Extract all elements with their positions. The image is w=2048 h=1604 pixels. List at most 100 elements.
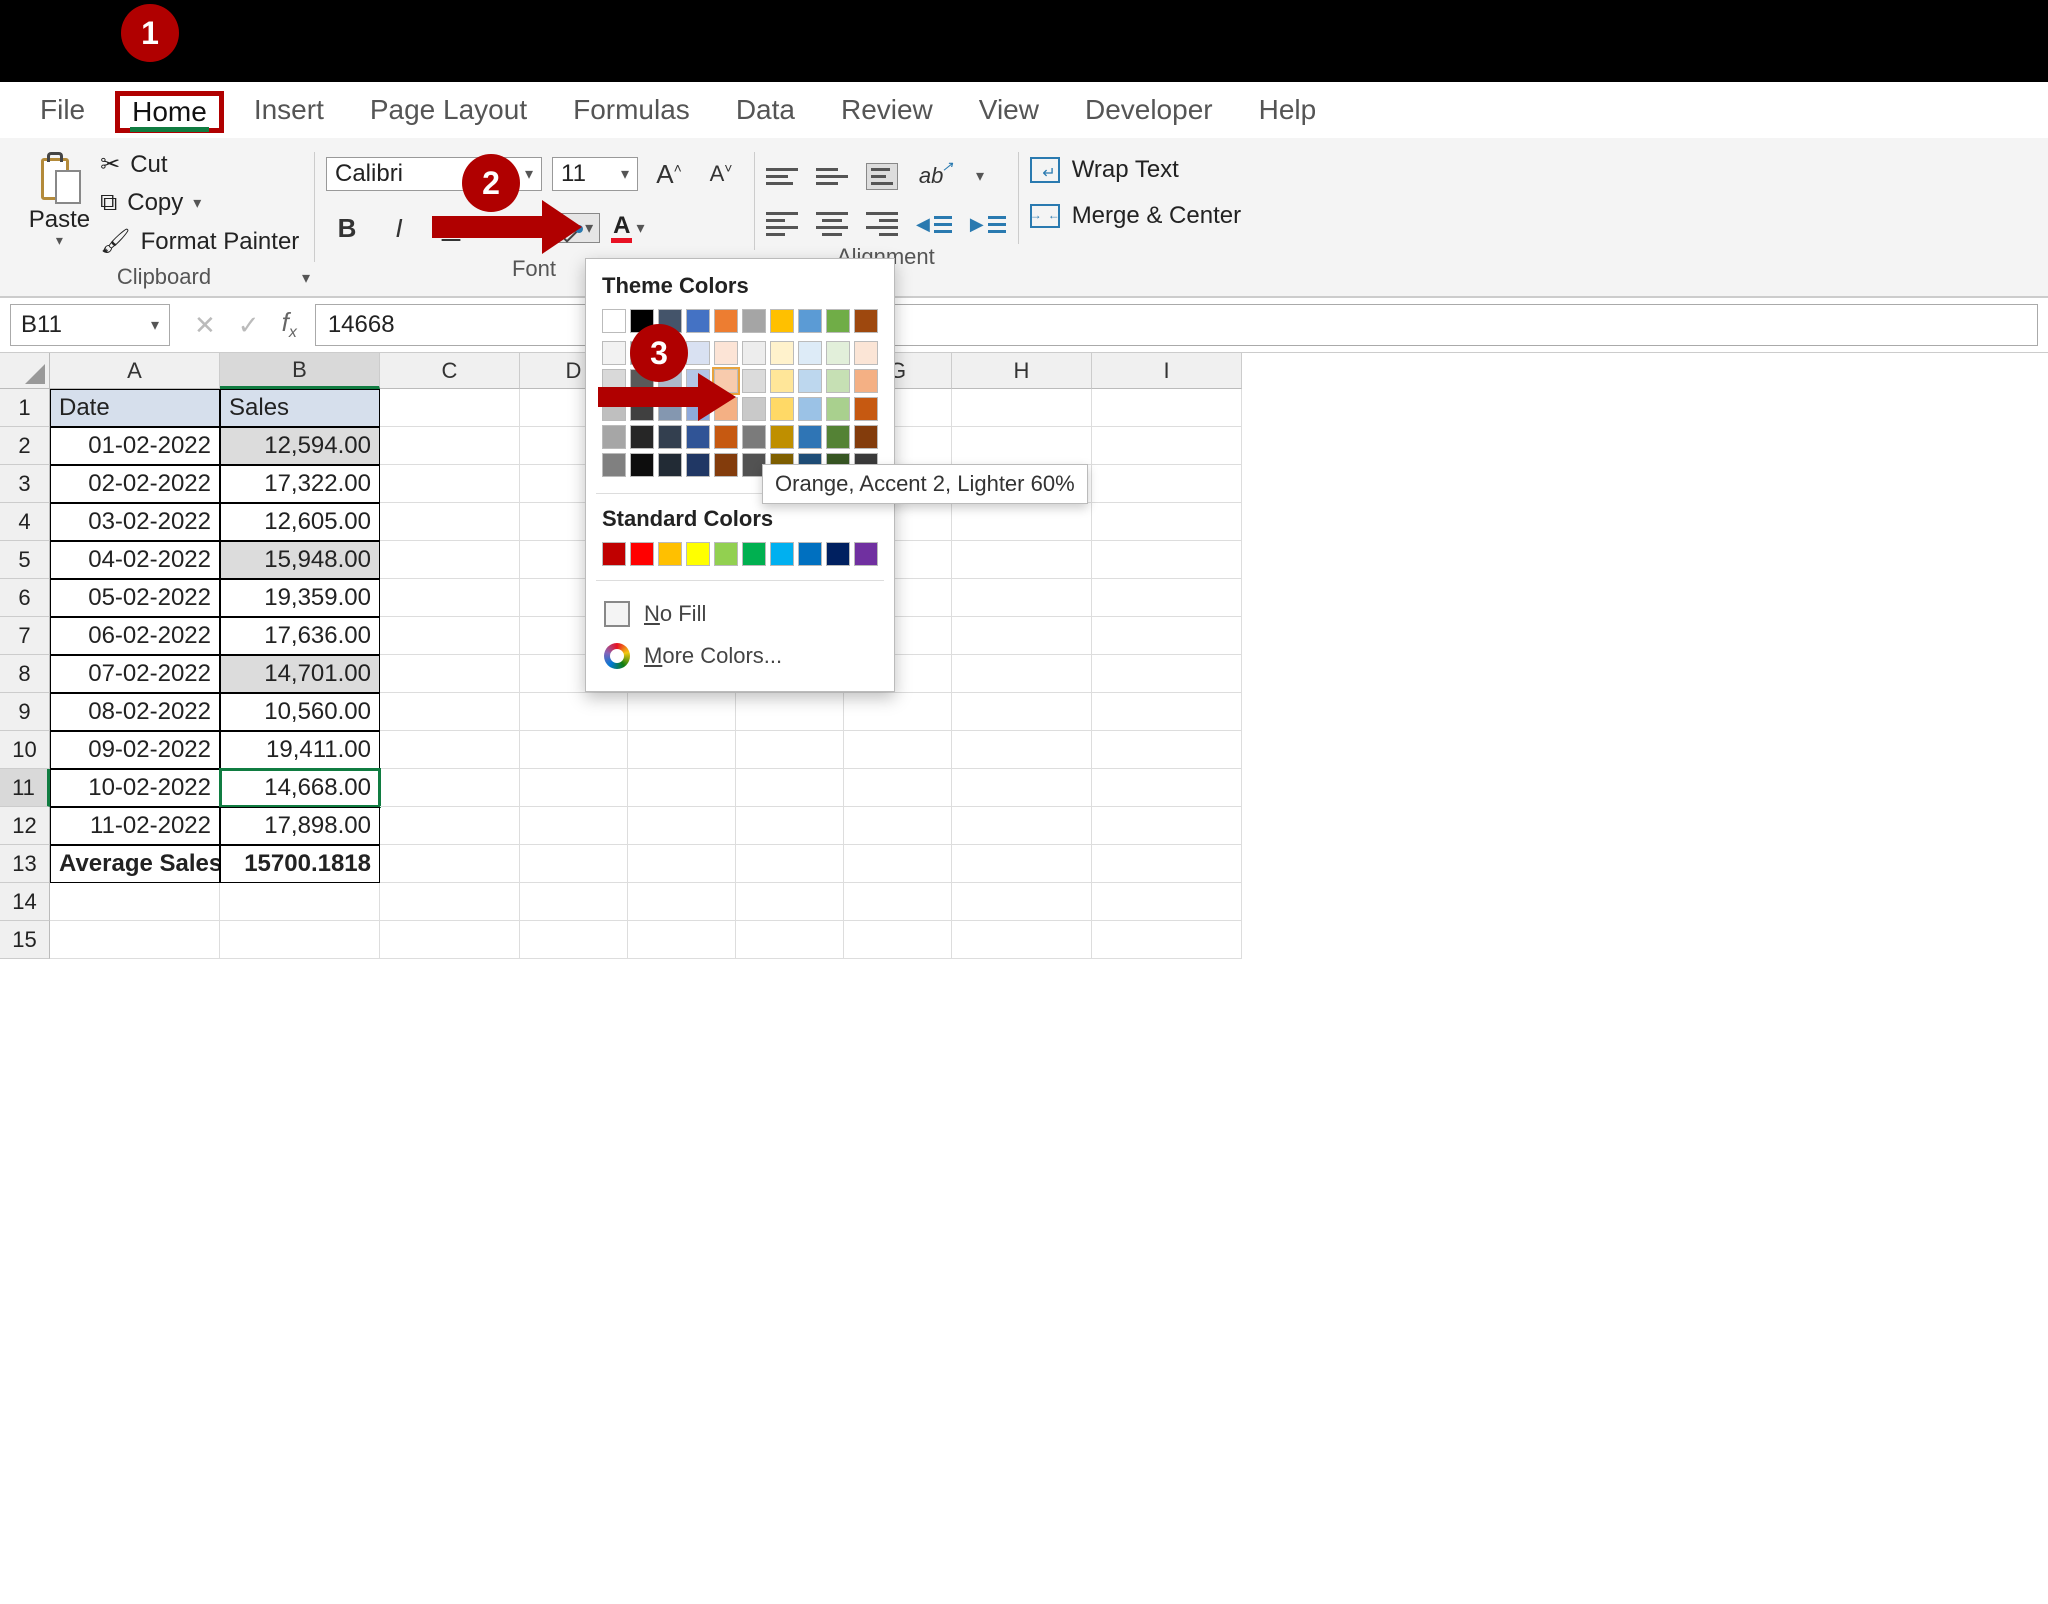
color-swatch[interactable] <box>826 309 850 333</box>
color-swatch[interactable] <box>714 453 738 477</box>
cell-C8[interactable] <box>380 655 520 693</box>
cell-H10[interactable] <box>952 731 1092 769</box>
cell-D13[interactable] <box>520 845 628 883</box>
cell-B14[interactable] <box>220 883 380 921</box>
color-swatch[interactable] <box>798 542 822 566</box>
color-swatch[interactable] <box>798 425 822 449</box>
row-header-5[interactable]: 5 <box>0 541 50 579</box>
cell-E13[interactable] <box>628 845 736 883</box>
color-swatch[interactable] <box>826 542 850 566</box>
cell-I8[interactable] <box>1092 655 1242 693</box>
color-swatch[interactable] <box>658 425 682 449</box>
cell-G10[interactable] <box>844 731 952 769</box>
cell-B11[interactable]: 14,668.00 <box>220 769 380 807</box>
cell-I14[interactable] <box>1092 883 1242 921</box>
cell-A14[interactable] <box>50 883 220 921</box>
cell-F12[interactable] <box>736 807 844 845</box>
row-header-1[interactable]: 1 <box>0 389 50 427</box>
tab-data[interactable]: Data <box>720 88 811 136</box>
row-header-13[interactable]: 13 <box>0 845 50 883</box>
tab-insert[interactable]: Insert <box>238 88 340 136</box>
cell-H11[interactable] <box>952 769 1092 807</box>
color-swatch[interactable] <box>742 369 766 393</box>
color-swatch[interactable] <box>770 309 794 333</box>
align-bottom-button[interactable] <box>866 163 898 190</box>
cell-G12[interactable] <box>844 807 952 845</box>
cell-B12[interactable]: 17,898.00 <box>220 807 380 845</box>
tab-help[interactable]: Help <box>1243 88 1333 136</box>
cell-H7[interactable] <box>952 617 1092 655</box>
cell-C10[interactable] <box>380 731 520 769</box>
column-header-B[interactable]: B <box>220 353 380 389</box>
color-swatch[interactable] <box>770 369 794 393</box>
column-header-A[interactable]: A <box>50 353 220 389</box>
tab-developer[interactable]: Developer <box>1069 88 1229 136</box>
orientation-dropdown[interactable]: ▾ <box>976 166 984 186</box>
tab-home[interactable]: Home <box>120 93 219 134</box>
cell-E11[interactable] <box>628 769 736 807</box>
cell-H5[interactable] <box>952 541 1092 579</box>
cell-A7[interactable]: 06-02-2022 <box>50 617 220 655</box>
cell-G13[interactable] <box>844 845 952 883</box>
cell-H12[interactable] <box>952 807 1092 845</box>
color-swatch[interactable] <box>714 542 738 566</box>
align-middle-button[interactable] <box>816 168 848 185</box>
cell-H2[interactable] <box>952 427 1092 465</box>
align-top-button[interactable] <box>766 168 798 185</box>
color-swatch[interactable] <box>854 425 878 449</box>
cell-G11[interactable] <box>844 769 952 807</box>
cell-H4[interactable] <box>952 503 1092 541</box>
color-swatch[interactable] <box>602 341 626 365</box>
cell-C9[interactable] <box>380 693 520 731</box>
row-header-11[interactable]: 11 <box>0 769 50 807</box>
color-swatch[interactable] <box>686 341 710 365</box>
cell-C14[interactable] <box>380 883 520 921</box>
color-swatch[interactable] <box>742 397 766 421</box>
cell-C3[interactable] <box>380 465 520 503</box>
insert-function-button[interactable]: fx <box>282 307 297 342</box>
cell-D12[interactable] <box>520 807 628 845</box>
row-header-6[interactable]: 6 <box>0 579 50 617</box>
cell-C7[interactable] <box>380 617 520 655</box>
cell-A11[interactable]: 10-02-2022 <box>50 769 220 807</box>
cell-H15[interactable] <box>952 921 1092 959</box>
cell-H6[interactable] <box>952 579 1092 617</box>
cell-I11[interactable] <box>1092 769 1242 807</box>
formula-input[interactable]: 14668 <box>315 304 2038 346</box>
cell-A3[interactable]: 02-02-2022 <box>50 465 220 503</box>
wrap-text-button[interactable]: Wrap Text <box>1030 156 1241 184</box>
color-swatch[interactable] <box>826 369 850 393</box>
cell-G14[interactable] <box>844 883 952 921</box>
cell-E10[interactable] <box>628 731 736 769</box>
cell-B3[interactable]: 17,322.00 <box>220 465 380 503</box>
cell-A10[interactable]: 09-02-2022 <box>50 731 220 769</box>
color-swatch[interactable] <box>742 341 766 365</box>
cell-D11[interactable] <box>520 769 628 807</box>
cell-H9[interactable] <box>952 693 1092 731</box>
bold-button[interactable]: B <box>326 208 368 248</box>
row-header-9[interactable]: 9 <box>0 693 50 731</box>
color-swatch[interactable] <box>686 309 710 333</box>
cell-C2[interactable] <box>380 427 520 465</box>
color-swatch[interactable] <box>630 425 654 449</box>
cell-I12[interactable] <box>1092 807 1242 845</box>
paste-button[interactable]: Paste <box>29 206 90 234</box>
color-swatch[interactable] <box>658 453 682 477</box>
cell-C12[interactable] <box>380 807 520 845</box>
cell-F13[interactable] <box>736 845 844 883</box>
column-header-H[interactable]: H <box>952 353 1092 389</box>
cell-I9[interactable] <box>1092 693 1242 731</box>
cell-A12[interactable]: 11-02-2022 <box>50 807 220 845</box>
color-swatch[interactable] <box>714 341 738 365</box>
cell-I15[interactable] <box>1092 921 1242 959</box>
color-swatch[interactable] <box>826 397 850 421</box>
tab-file[interactable]: File <box>24 88 101 136</box>
name-box[interactable]: B11 ▾ <box>10 304 170 346</box>
color-swatch[interactable] <box>742 425 766 449</box>
orientation-button[interactable]: ab <box>916 156 958 196</box>
paste-icon[interactable] <box>33 150 85 206</box>
cell-F10[interactable] <box>736 731 844 769</box>
align-right-button[interactable] <box>866 212 898 236</box>
row-header-2[interactable]: 2 <box>0 427 50 465</box>
cell-A13[interactable]: Average Sales <box>50 845 220 883</box>
